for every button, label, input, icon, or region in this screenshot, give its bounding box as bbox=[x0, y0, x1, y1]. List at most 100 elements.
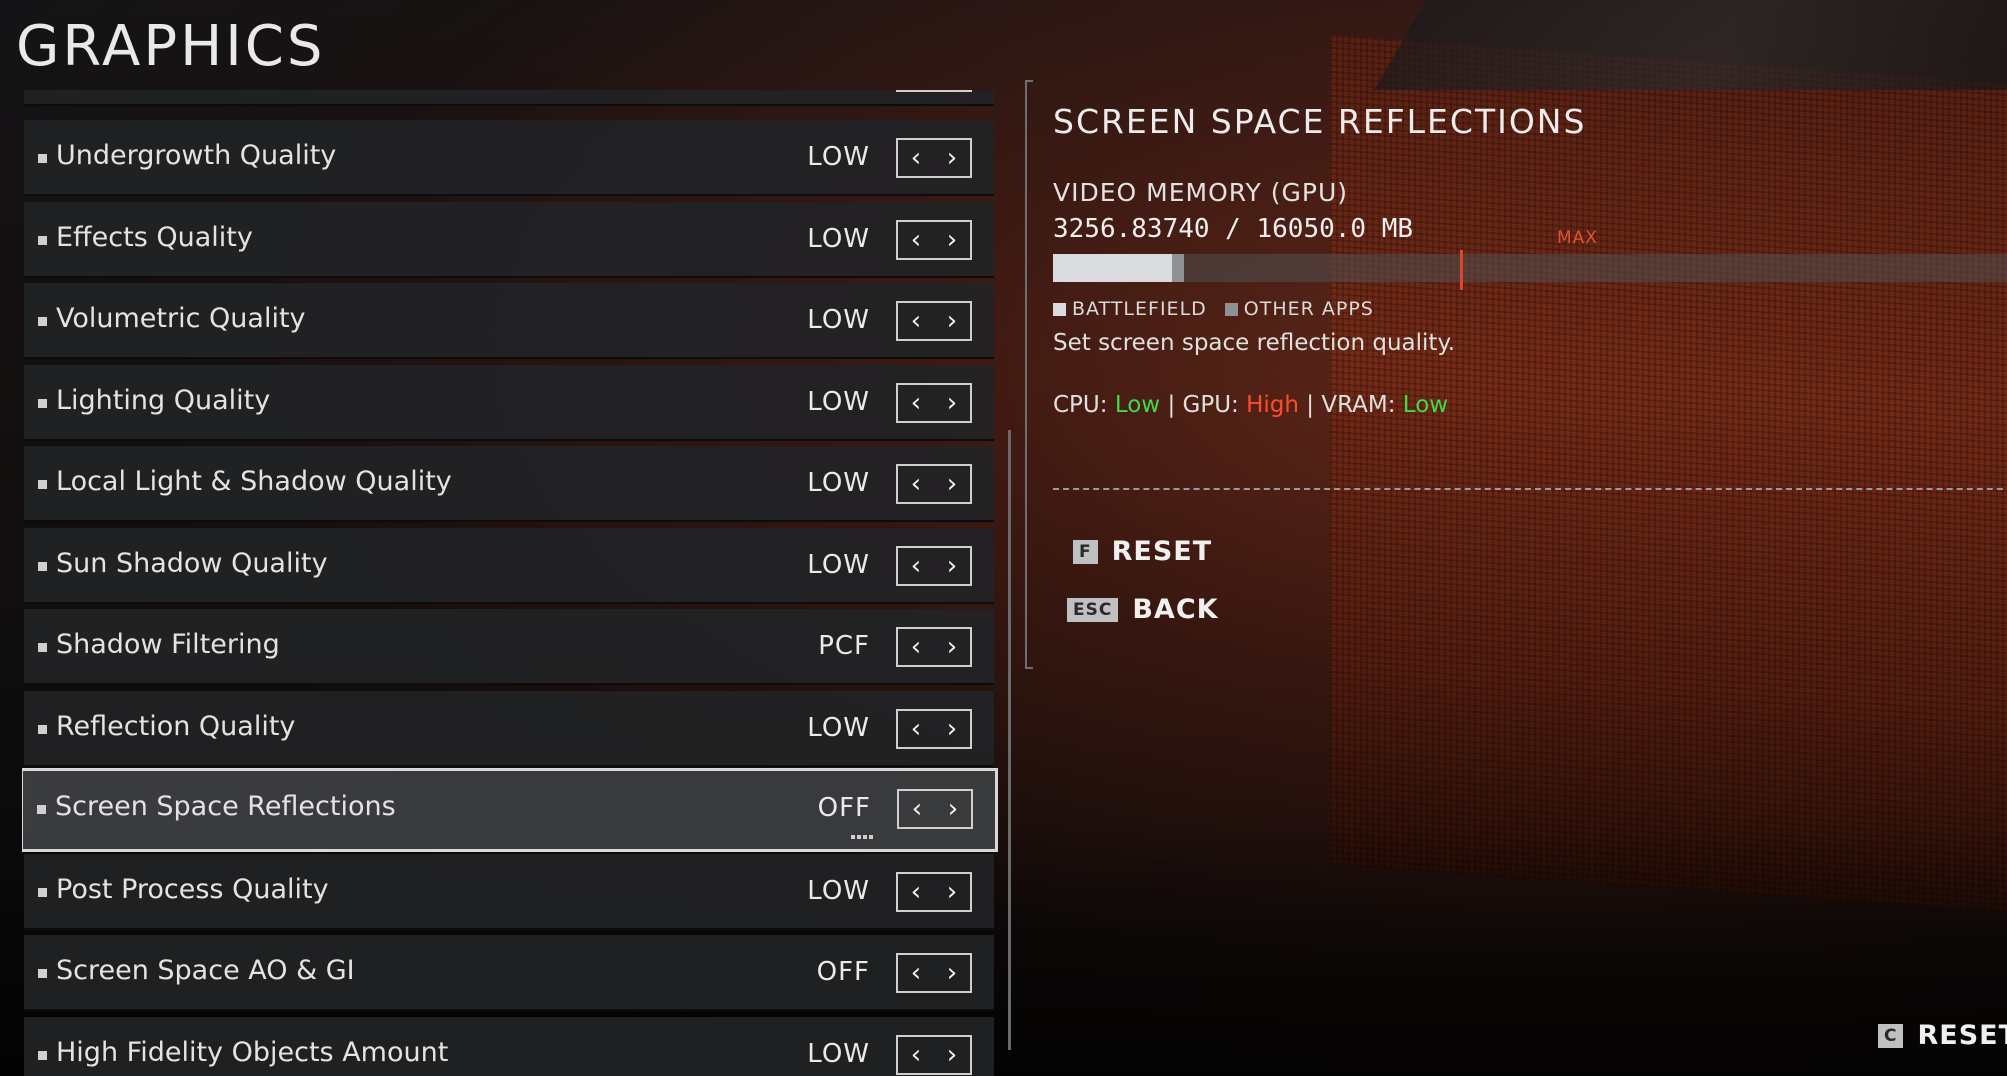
row-bullet-icon bbox=[37, 805, 46, 814]
chevron-right-icon[interactable]: › bbox=[947, 634, 957, 660]
value-stepper[interactable]: ‹ › bbox=[896, 627, 972, 667]
back-button-label: BACK bbox=[1132, 594, 1219, 625]
setting-label: Screen Space Reflections bbox=[55, 791, 396, 822]
vram-value: 3256.83740 / 16050.0 MB bbox=[1053, 214, 1414, 244]
value-stepper[interactable]: ‹ › bbox=[896, 464, 972, 504]
setting-value: PCF bbox=[818, 631, 870, 661]
value-stepper[interactable]: ‹ › bbox=[896, 1034, 972, 1075]
row-bullet-icon bbox=[38, 154, 47, 163]
value-stepper[interactable]: ‹ › bbox=[896, 871, 972, 912]
chevron-left-icon[interactable]: ‹ bbox=[911, 1042, 921, 1068]
settings-row[interactable]: Undergrowth Quality LOW ‹ › bbox=[24, 120, 994, 196]
value-stepper[interactable]: ‹ › bbox=[896, 953, 972, 993]
vram-impact-value: Low bbox=[1402, 392, 1449, 418]
value-stepper[interactable]: ‹ › bbox=[896, 138, 972, 178]
vram-legend: BATTLEFIELD OTHER APPS bbox=[1053, 298, 1374, 320]
impact-separator: | bbox=[1306, 392, 1315, 418]
settings-row[interactable]: High Fidelity Objects Amount LOW ‹ › bbox=[24, 1016, 994, 1076]
row-bullet-icon bbox=[38, 724, 47, 734]
chevron-right-icon[interactable]: › bbox=[947, 308, 957, 334]
setting-label: High Fidelity Objects Amount bbox=[56, 1036, 449, 1068]
value-stepper[interactable]: ‹ › bbox=[896, 382, 972, 423]
chevron-left-icon[interactable]: ‹ bbox=[912, 796, 922, 822]
row-bullet-icon bbox=[38, 1050, 47, 1060]
chevron-right-icon[interactable]: › bbox=[947, 879, 957, 905]
setting-description: Set screen space reflection quality. bbox=[1053, 330, 1456, 356]
cpu-impact-value: Low bbox=[1114, 392, 1161, 418]
row-bullet-icon bbox=[38, 643, 47, 652]
f-key-icon: F bbox=[1073, 539, 1098, 564]
chevron-right-icon[interactable]: › bbox=[947, 716, 957, 742]
settings-row-partial[interactable] bbox=[24, 90, 994, 106]
chevron-right-icon[interactable]: › bbox=[947, 471, 957, 497]
setting-value: LOW bbox=[807, 142, 870, 172]
list-scrollbar[interactable] bbox=[1008, 430, 1011, 1050]
chevron-right-icon[interactable]: › bbox=[947, 390, 957, 416]
row-bullet-icon bbox=[38, 480, 47, 489]
gpu-impact-label: GPU: bbox=[1182, 392, 1239, 418]
chevron-right-icon[interactable]: › bbox=[947, 227, 957, 253]
setting-label: Screen Space AO & GI bbox=[56, 955, 355, 986]
chevron-left-icon[interactable]: ‹ bbox=[911, 308, 921, 334]
c-key-icon: C bbox=[1878, 1023, 1904, 1048]
legend-other-label: OTHER APPS bbox=[1243, 298, 1374, 320]
chevron-left-icon[interactable]: ‹ bbox=[911, 879, 921, 905]
value-stepper[interactable]: ‹ › bbox=[896, 708, 972, 749]
setting-label: Local Light & Shadow Quality bbox=[56, 466, 452, 497]
chevron-right-icon[interactable]: › bbox=[948, 796, 958, 822]
setting-value: LOW bbox=[807, 468, 870, 498]
chevron-right-icon[interactable]: › bbox=[947, 145, 957, 171]
divider bbox=[1053, 488, 2007, 490]
reset-button[interactable]: F RESET bbox=[1073, 536, 1212, 567]
gpu-impact-value: High bbox=[1246, 392, 1299, 418]
legend-other-swatch bbox=[1224, 302, 1238, 316]
settings-row[interactable]: Screen Space AO & GI OFF ‹ › bbox=[24, 935, 994, 1011]
chevron-left-icon[interactable]: ‹ bbox=[911, 960, 921, 986]
setting-value: OFF bbox=[816, 957, 870, 987]
settings-row[interactable]: Reflection Quality LOW ‹ › bbox=[24, 690, 994, 767]
vram-bar-battlefield bbox=[1053, 254, 1172, 282]
value-stepper[interactable]: ‹ › bbox=[896, 545, 972, 586]
settings-row[interactable]: Volumetric Quality LOW ‹ › bbox=[24, 283, 994, 359]
settings-row[interactable]: Local Light & Shadow Quality LOW ‹ › bbox=[24, 446, 994, 522]
chevron-left-icon[interactable]: ‹ bbox=[911, 553, 921, 579]
settings-row[interactable]: Lighting Quality LOW ‹ › bbox=[24, 364, 994, 441]
settings-row[interactable]: Shadow Filtering PCF ‹ › bbox=[24, 609, 994, 685]
background-ceiling-beam bbox=[1374, 0, 2007, 90]
settings-row[interactable]: Sun Shadow Quality LOW ‹ › bbox=[24, 527, 994, 604]
chevron-right-icon[interactable]: › bbox=[947, 960, 957, 986]
chevron-left-icon[interactable]: ‹ bbox=[911, 390, 921, 416]
settings-row[interactable]: Screen Space Reflections OFF ‹ › bbox=[22, 768, 998, 852]
row-bullet-icon bbox=[38, 969, 47, 978]
reset-all-button[interactable]: C RESET bbox=[1878, 1020, 2007, 1051]
vram-impact-label: VRAM: bbox=[1321, 392, 1396, 418]
row-bullet-icon bbox=[38, 561, 47, 571]
settings-row[interactable]: Effects Quality LOW ‹ › bbox=[24, 201, 994, 278]
setting-value: LOW bbox=[807, 305, 870, 335]
value-stepper[interactable]: ‹ › bbox=[896, 301, 972, 341]
chevron-left-icon[interactable]: ‹ bbox=[911, 227, 921, 253]
chevron-left-icon[interactable]: ‹ bbox=[911, 716, 921, 742]
vram-usage-bar bbox=[1053, 254, 2007, 282]
chevron-right-icon[interactable]: › bbox=[947, 1042, 957, 1068]
info-title: SCREEN SPACE REFLECTIONS bbox=[1053, 102, 1587, 141]
setting-label: Lighting Quality bbox=[56, 384, 271, 416]
value-stepper[interactable]: ‹ › bbox=[897, 789, 973, 829]
chevron-right-icon[interactable]: › bbox=[947, 553, 957, 579]
setting-label: Undergrowth Quality bbox=[56, 140, 337, 171]
chevron-left-icon[interactable]: ‹ bbox=[911, 634, 921, 660]
chevron-left-icon[interactable]: ‹ bbox=[911, 471, 921, 497]
value-progress-dots bbox=[851, 835, 873, 839]
setting-value: LOW bbox=[807, 386, 870, 417]
value-stepper[interactable] bbox=[896, 90, 972, 92]
value-stepper[interactable]: ‹ › bbox=[896, 219, 972, 260]
legend-battlefield: BATTLEFIELD bbox=[1053, 298, 1207, 320]
setting-label: Shadow Filtering bbox=[56, 629, 280, 660]
settings-row[interactable]: Post Process Quality LOW ‹ › bbox=[24, 853, 994, 930]
chevron-left-icon[interactable]: ‹ bbox=[911, 145, 921, 171]
impact-separator: | bbox=[1167, 392, 1176, 418]
back-button[interactable]: ESC BACK bbox=[1067, 594, 1219, 625]
row-bullet-icon bbox=[38, 398, 47, 408]
page-title: GRAPHICS bbox=[16, 14, 326, 79]
setting-label: Sun Shadow Quality bbox=[56, 547, 328, 579]
